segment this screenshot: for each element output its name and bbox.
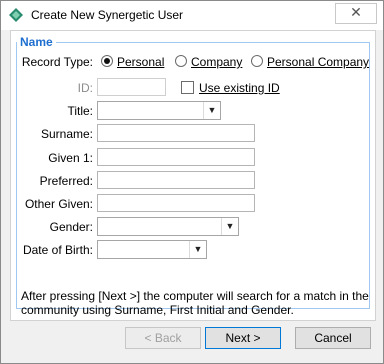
- checkbox-box: [181, 81, 194, 94]
- record-type-label: Record Type:: [21, 55, 93, 69]
- cancel-button[interactable]: Cancel: [295, 327, 371, 349]
- radio-personal[interactable]: Personal: [101, 55, 164, 69]
- use-existing-id-checkbox[interactable]: Use existing ID: [181, 81, 280, 95]
- info-line-1: After pressing [Next >] the computer wil…: [21, 289, 369, 303]
- radio-indicator: [175, 55, 187, 67]
- chevron-down-icon: ▼: [189, 241, 206, 258]
- id-label: ID:: [77, 81, 93, 95]
- info-text: After pressing [Next >] the computer wil…: [21, 289, 371, 317]
- given1-label: Given 1:: [48, 151, 93, 165]
- gender-label: Gender:: [49, 220, 93, 234]
- radio-personal-label: Personal: [117, 55, 165, 69]
- name-group-legend: Name: [17, 35, 56, 49]
- synergetic-logo-icon: [9, 8, 23, 22]
- chevron-down-icon: ▼: [221, 218, 238, 235]
- id-input[interactable]: [97, 78, 166, 96]
- other-given-input[interactable]: [97, 194, 255, 212]
- chevron-down-icon: ▼: [203, 102, 220, 119]
- radio-indicator: [251, 55, 263, 67]
- title-bar[interactable]: Create New Synergetic User ✕: [1, 1, 383, 30]
- radio-indicator: [101, 55, 113, 67]
- use-existing-id-label: Use existing ID: [199, 81, 280, 95]
- surname-input[interactable]: [97, 124, 255, 142]
- radio-personal-company[interactable]: Personal Company: [251, 55, 369, 69]
- surname-label: Surname:: [40, 127, 93, 141]
- dialog-window: Create New Synergetic User ✕ Name Record…: [0, 0, 384, 364]
- window-title: Create New Synergetic User: [31, 8, 184, 22]
- other-given-label: Other Given:: [24, 197, 93, 211]
- radio-personal-company-label: Personal Company: [267, 55, 370, 69]
- close-button[interactable]: ✕: [335, 3, 377, 24]
- preferred-input[interactable]: [97, 171, 255, 189]
- radio-company-label: Company: [191, 55, 243, 69]
- back-button[interactable]: < Back: [125, 327, 201, 349]
- next-button[interactable]: Next >: [205, 327, 281, 349]
- dob-picker[interactable]: ▼: [97, 240, 207, 259]
- close-icon: ✕: [350, 4, 362, 20]
- preferred-label: Preferred:: [39, 174, 93, 188]
- dob-label: Date of Birth:: [22, 243, 93, 257]
- title-label: Title:: [67, 104, 93, 118]
- info-line-2: community using Surname, First Initial a…: [21, 303, 294, 317]
- given1-input[interactable]: [97, 148, 255, 166]
- title-select[interactable]: ▼: [97, 101, 221, 120]
- radio-company[interactable]: Company: [175, 55, 242, 69]
- gender-select[interactable]: ▼: [97, 217, 239, 236]
